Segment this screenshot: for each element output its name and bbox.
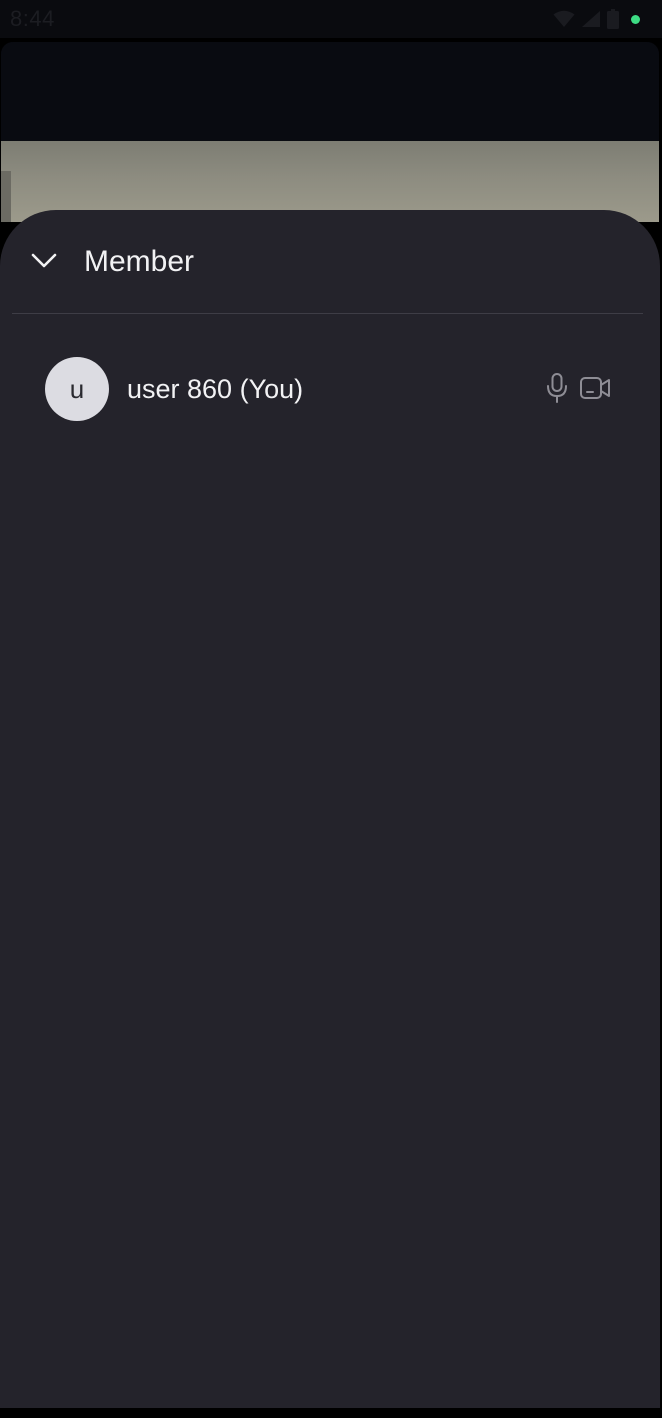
member-name: user 860 (You) bbox=[127, 374, 304, 404]
divider bbox=[12, 313, 643, 314]
navigation-bar bbox=[0, 1408, 662, 1418]
chevron-down-icon bbox=[30, 251, 58, 274]
status-time: 8:44 bbox=[10, 6, 55, 31]
microphone-status-button[interactable] bbox=[542, 372, 572, 409]
camera-status-button[interactable] bbox=[578, 373, 612, 407]
avatar: u bbox=[45, 357, 109, 421]
video-tile bbox=[1, 42, 659, 222]
avatar-initial: u bbox=[69, 373, 85, 404]
battery-icon bbox=[607, 9, 619, 29]
status-icons bbox=[553, 9, 640, 29]
sheet-title: Member bbox=[84, 245, 195, 278]
sheet-header: Member bbox=[0, 210, 660, 314]
collapse-sheet-button[interactable] bbox=[22, 242, 66, 282]
video-camera-icon bbox=[579, 375, 611, 406]
members-sheet: Member u user 860 (You) bbox=[0, 210, 660, 1408]
app-screen: 8:44 Member u user 860 (You) bbox=[0, 0, 662, 1418]
status-bar: 8:44 bbox=[0, 0, 662, 38]
cellular-signal-icon bbox=[581, 10, 601, 28]
microphone-icon bbox=[544, 372, 570, 409]
camera-in-use-dot bbox=[631, 14, 640, 24]
wifi-icon bbox=[553, 10, 575, 28]
video-tile-header bbox=[1, 42, 659, 141]
member-list-item[interactable]: u user 860 (You) bbox=[0, 345, 660, 435]
